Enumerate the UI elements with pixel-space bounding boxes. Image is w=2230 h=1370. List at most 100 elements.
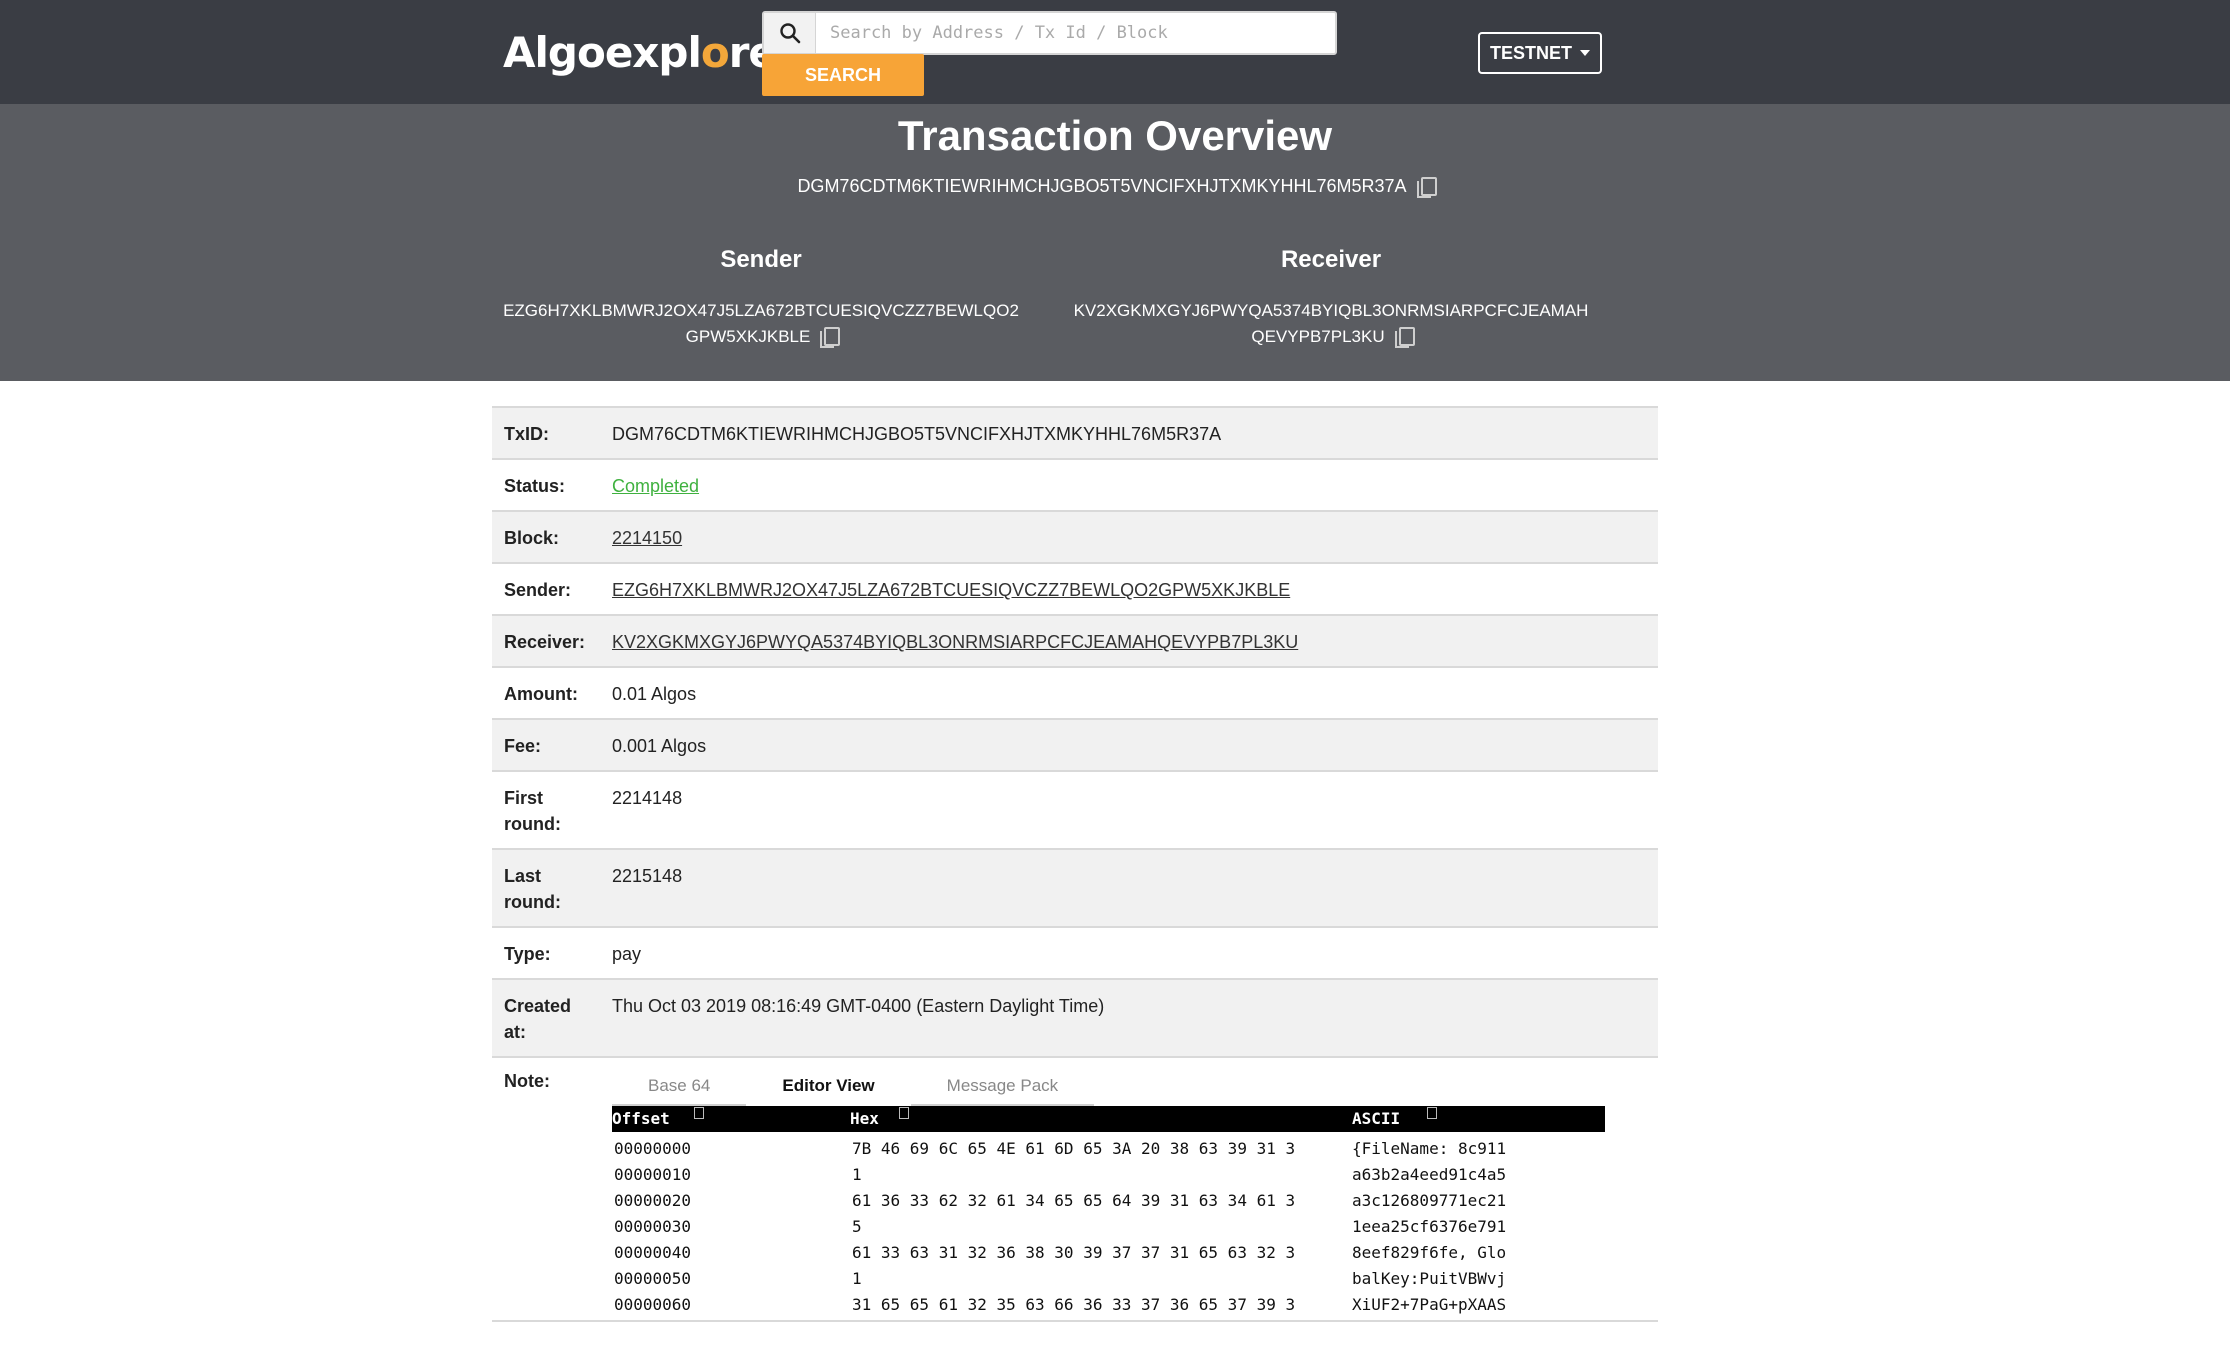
hex-offset: 00000020 <box>614 1191 692 1210</box>
note-viewer: Base 64 Editor View Message Pack Offset … <box>612 1058 1658 1320</box>
sender-heading: Sender <box>720 246 802 273</box>
hex-table-header: Offset Hex ASCII <box>612 1106 1605 1132</box>
transaction-overview-header: Transaction Overview DGM76CDTM6KTIEWRIHM… <box>0 104 2230 381</box>
receiver-heading: Receiver <box>1280 246 1382 273</box>
table-row-receiver: Receiver: KV2XGKMXGYJ6PWYQA5374BYIQBL3ON… <box>492 616 1658 668</box>
last-round-value: 2215148 <box>612 866 683 886</box>
hex-offset: 00000060 <box>614 1295 692 1314</box>
copy-icon[interactable] <box>899 1107 909 1119</box>
table-row-first-round: First round: 2214148 <box>492 772 1658 850</box>
hex-row: 00000010 1 a63b2a4eed91c4a5 <box>612 1162 1605 1188</box>
network-dropdown[interactable]: TESTNET <box>1478 32 1602 74</box>
hex-bytes: 61 33 63 31 32 36 38 30 39 37 37 31 65 6… <box>852 1243 1296 1262</box>
hex-column-header: Hex <box>850 1109 879 1128</box>
search-button[interactable]: SEARCH <box>762 54 924 96</box>
hex-row: 00000020 61 36 33 62 32 61 34 65 65 64 3… <box>612 1188 1605 1214</box>
row-label: Created at: <box>504 996 572 1042</box>
hex-ascii: 8eef829f6fe, Glo <box>1352 1243 1507 1262</box>
status-link[interactable]: Completed <box>612 476 699 496</box>
top-navbar: Algoexplorer SEARCH TESTNET <box>0 0 2230 104</box>
hex-row: 00000030 5 1eea25cf6376e791 <box>612 1214 1605 1240</box>
hex-offset: 00000010 <box>614 1165 692 1184</box>
table-row-last-round: Last round: 2215148 <box>492 850 1658 928</box>
hex-ascii: XiUF2+7PaG+pXAAS <box>1352 1295 1507 1314</box>
hex-offset: 00000050 <box>614 1269 692 1288</box>
note-view-tabs: Base 64 Editor View Message Pack <box>612 1072 1095 1106</box>
block-link[interactable]: 2214150 <box>612 528 682 548</box>
search-bar <box>762 11 1337 55</box>
page-title: Transaction Overview <box>897 112 1333 159</box>
table-row-note: Note: Base 64 Editor View Message Pack O… <box>492 1058 1658 1322</box>
hex-row: 00000060 31 65 65 61 32 35 63 66 36 33 3… <box>612 1292 1605 1318</box>
row-label: First round: <box>504 788 561 834</box>
receiver-summary: Receiver KV2XGKMXGYJ6PWYQA5374BYIQBL3ONR… <box>1071 246 1591 350</box>
hex-ascii: {FileName: 8c911 <box>1352 1139 1507 1158</box>
row-label: TxID: <box>504 424 549 444</box>
sender-address-line-1: EZG6H7XKLBMWRJ2OX47J5LZA672BTCUESIQVCZZ7… <box>503 301 1019 320</box>
hex-ascii: balKey:PuitVBWvj <box>1352 1269 1507 1288</box>
transaction-id-display: DGM76CDTM6KTIEWRIHMCHJGBO5T5VNCIFXHJTXMK… <box>0 176 2230 198</box>
logo-magnifier-o: o <box>700 27 730 77</box>
copy-icon[interactable] <box>1416 176 1437 198</box>
tab-message-pack[interactable]: Message Pack <box>910 1072 1095 1106</box>
row-label: Note: <box>504 1071 550 1091</box>
hex-row: 00000050 1 balKey:PuitVBWvj <box>612 1266 1605 1292</box>
ascii-column-header: ASCII <box>1352 1109 1401 1128</box>
search-icon[interactable] <box>764 13 816 53</box>
network-label: TESTNET <box>1489 42 1572 63</box>
type-value: pay <box>612 944 642 964</box>
row-label: Last round: <box>504 866 561 912</box>
table-row-created-at: Created at: Thu Oct 03 2019 08:16:49 GMT-… <box>492 980 1658 1058</box>
sender-address-link[interactable]: EZG6H7XKLBMWRJ2OX47J5LZA672BTCUESIQVCZZ7… <box>612 580 1290 600</box>
sender-summary: Sender EZG6H7XKLBMWRJ2OX47J5LZA672BTCUES… <box>501 246 1021 350</box>
offset-column-header: Offset <box>612 1109 670 1128</box>
hex-ascii: 1eea25cf6376e791 <box>1352 1217 1507 1236</box>
hex-dump: 00000000 7B 46 69 6C 65 4E 61 6D 65 3A 2… <box>612 1136 1605 1318</box>
hex-offset: 00000040 <box>614 1243 692 1262</box>
copy-icon[interactable] <box>1394 327 1415 348</box>
row-label: Status: <box>504 476 566 496</box>
hex-row: 00000040 61 33 63 31 32 36 38 30 39 37 3… <box>612 1240 1605 1266</box>
hex-bytes: 1 <box>852 1269 862 1288</box>
table-row-fee: Fee: 0.001 Algos <box>492 720 1658 772</box>
copy-icon[interactable] <box>820 327 841 348</box>
receiver-address-line-2: QEVYPB7PL3KU <box>1251 327 1385 346</box>
copy-icon[interactable] <box>1427 1107 1437 1119</box>
hex-bytes: 31 65 65 61 32 35 63 66 36 33 37 36 65 3… <box>852 1295 1296 1314</box>
row-label: Fee: <box>504 736 542 756</box>
sender-address-line-2: GPW5XKJKBLE <box>685 327 811 346</box>
table-row-block: Block: 2214150 <box>492 512 1658 564</box>
table-row-txid: TxID: DGM76CDTM6KTIEWRIHMCHJGBO5T5VNCIFX… <box>492 408 1658 460</box>
hex-bytes: 1 <box>852 1165 862 1184</box>
hex-bytes: 7B 46 69 6C 65 4E 61 6D 65 3A 20 38 63 3… <box>852 1139 1296 1158</box>
table-row-type: Type: pay <box>492 928 1658 980</box>
copy-icon[interactable] <box>694 1107 704 1119</box>
table-row-status: Status: Completed <box>492 460 1658 512</box>
receiver-address-link[interactable]: KV2XGKMXGYJ6PWYQA5374BYIQBL3ONRMSIARPCFC… <box>612 632 1298 652</box>
hex-offset: 00000030 <box>614 1217 692 1236</box>
algoexplorer-logo[interactable]: Algoexplorer <box>503 22 797 82</box>
created-at-value: Thu Oct 03 2019 08:16:49 GMT-0400 (Easte… <box>612 996 1105 1016</box>
transaction-details-table: TxID: DGM76CDTM6KTIEWRIHMCHJGBO5T5VNCIFX… <box>492 406 1658 1322</box>
amount-value: 0.01 Algos <box>612 684 697 704</box>
tab-editor-view[interactable]: Editor View <box>746 1072 910 1106</box>
hex-ascii: a3c126809771ec21 <box>1352 1191 1507 1210</box>
hex-row: 00000000 7B 46 69 6C 65 4E 61 6D 65 3A 2… <box>612 1136 1605 1162</box>
row-label: Receiver: <box>504 632 586 652</box>
row-label: Sender: <box>504 580 572 600</box>
chevron-down-icon <box>1580 50 1590 56</box>
tab-base64[interactable]: Base 64 <box>612 1072 747 1106</box>
fee-value: 0.001 Algos <box>612 736 707 756</box>
table-row-sender: Sender: EZG6H7XKLBMWRJ2OX47J5LZA672BTCUE… <box>492 564 1658 616</box>
row-label: Block: <box>504 528 560 548</box>
hex-offset: 00000000 <box>614 1139 692 1158</box>
receiver-address-line-1: KV2XGKMXGYJ6PWYQA5374BYIQBL3ONRMSIARPCFC… <box>1073 301 1589 320</box>
first-round-value: 2214148 <box>612 788 683 808</box>
search-input[interactable] <box>816 13 1335 53</box>
row-label: Amount: <box>504 684 578 704</box>
transaction-id-text: DGM76CDTM6KTIEWRIHMCHJGBO5T5VNCIFXHJTXMK… <box>797 176 1407 196</box>
txid-value: DGM76CDTM6KTIEWRIHMCHJGBO5T5VNCIFXHJTXMK… <box>612 424 1222 444</box>
table-row-amount: Amount: 0.01 Algos <box>492 668 1658 720</box>
hex-bytes: 5 <box>852 1217 862 1236</box>
hex-bytes: 61 36 33 62 32 61 34 65 65 64 39 31 63 3… <box>852 1191 1296 1210</box>
